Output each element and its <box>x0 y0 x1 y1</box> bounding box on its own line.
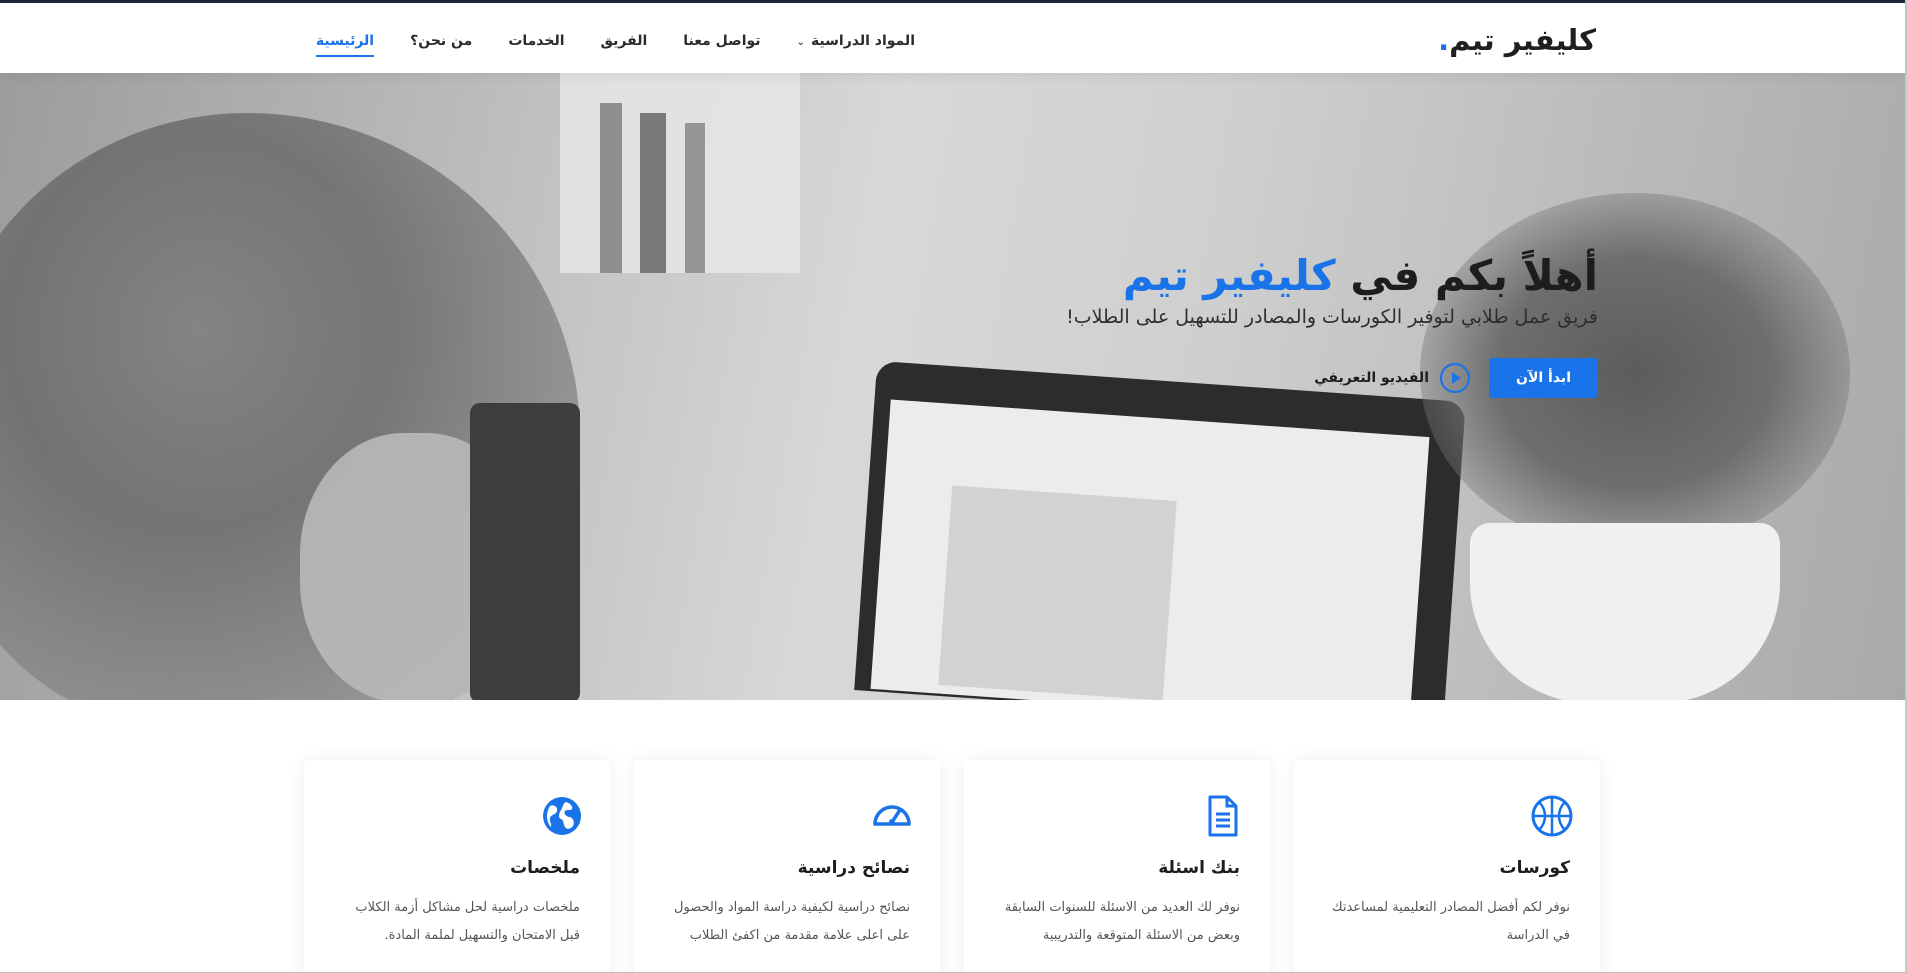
nav-item-contact[interactable]: تواصل معنا <box>683 25 760 57</box>
features-section: كورسات نوفر لكم أفضل المصادر التعليمية ل… <box>304 760 1600 973</box>
hero-bg-shelf <box>560 73 800 273</box>
hero-actions: ابدأ الآن الفيديو التعريفي <box>878 358 1598 398</box>
intro-video-label: الفيديو التعريفي <box>1314 370 1429 386</box>
hero-title: أهلاً بكم في كليفير تيم <box>878 248 1598 304</box>
globe-icon <box>543 797 581 835</box>
chevron-down-icon: ⌄ <box>796 37 805 48</box>
feature-description: نوفر لكم أفضل المصادر التعليمية لمساعدتك… <box>1331 900 1570 943</box>
feature-card-study-tips[interactable]: نصائح دراسية نصائح دراسية لكيفية دراسة ا… <box>634 760 940 973</box>
nav-item-home[interactable]: الرئيسية <box>315 25 375 57</box>
basketball-icon <box>1531 795 1573 837</box>
nav-item-subjects-dropdown[interactable]: المواد الدراسية ⌄ <box>797 25 915 57</box>
feature-title: كورسات <box>1499 858 1570 878</box>
brand-name: كليفير تيم <box>1449 23 1596 57</box>
brand-logo[interactable]: كليفير تيم. <box>1438 23 1596 57</box>
nav-item-label: الخدمات <box>508 33 565 49</box>
hero-bg-book <box>640 113 666 273</box>
hero-title-accent: كليفير تيم <box>1122 251 1336 300</box>
document-icon <box>1208 795 1238 837</box>
feature-card-summaries[interactable]: ملخصات ملخصات دراسية لحل مشاكل أزمة الكل… <box>304 760 610 973</box>
nav-item-team[interactable]: الفريق <box>601 25 648 57</box>
site-header: كليفير تيم. الرئيسية من نحن؟ الخدمات الف… <box>0 3 1905 73</box>
hero-bg-screen-image <box>938 485 1177 700</box>
hero-bg-chair <box>470 403 580 700</box>
nav-item-label: الرئيسية <box>315 33 375 49</box>
nav-item-label: الفريق <box>600 33 648 49</box>
nav-item-services[interactable]: الخدمات <box>508 25 564 57</box>
hero-title-prefix: أهلاً بكم في <box>1350 251 1598 300</box>
speedometer-icon <box>873 805 911 826</box>
main-nav: الرئيسية من نحن؟ الخدمات الفريق تواصل مع… <box>315 21 915 61</box>
nav-item-label: من نحن؟ <box>410 33 473 49</box>
feature-title: ملخصات <box>510 858 580 878</box>
feature-description: نوفر لك العديد من الاسئلة للسنوات السابق… <box>1004 900 1240 943</box>
hero-content: أهلاً بكم في كليفير تيم فريق عمل طلابي ل… <box>878 248 1598 398</box>
hero-bg-pot <box>1470 523 1780 700</box>
brand-dot: . <box>1438 23 1450 57</box>
nav-item-label: تواصل معنا <box>683 33 761 49</box>
play-circle-icon <box>1439 362 1471 394</box>
start-now-button[interactable]: ابدأ الآن <box>1489 358 1598 398</box>
intro-video-link[interactable]: الفيديو التعريفي <box>1314 362 1471 394</box>
feature-title: نصائح دراسية <box>797 858 910 878</box>
hero-bg-book <box>600 103 622 273</box>
nav-item-label: المواد الدراسية <box>810 33 915 49</box>
feature-card-courses[interactable]: كورسات نوفر لكم أفضل المصادر التعليمية ل… <box>1294 760 1600 973</box>
feature-title: بنك اسئلة <box>1158 858 1240 878</box>
hero-subtitle: فريق عمل طلابي لتوفير الكورسات والمصادر … <box>1066 306 1598 328</box>
nav-item-about[interactable]: من نحن؟ <box>410 25 472 57</box>
feature-description: نصائح دراسية لكيفية دراسة المواد والحصول… <box>674 900 910 943</box>
feature-description: ملخصات دراسية لحل مشاكل أزمة الكلاب قبل … <box>355 900 580 943</box>
feature-card-question-bank[interactable]: بنك اسئلة نوفر لك العديد من الاسئلة للسن… <box>964 760 1270 973</box>
hero-section: أهلاً بكم في كليفير تيم فريق عمل طلابي ل… <box>0 73 1905 700</box>
hero-bg-book <box>685 123 705 273</box>
